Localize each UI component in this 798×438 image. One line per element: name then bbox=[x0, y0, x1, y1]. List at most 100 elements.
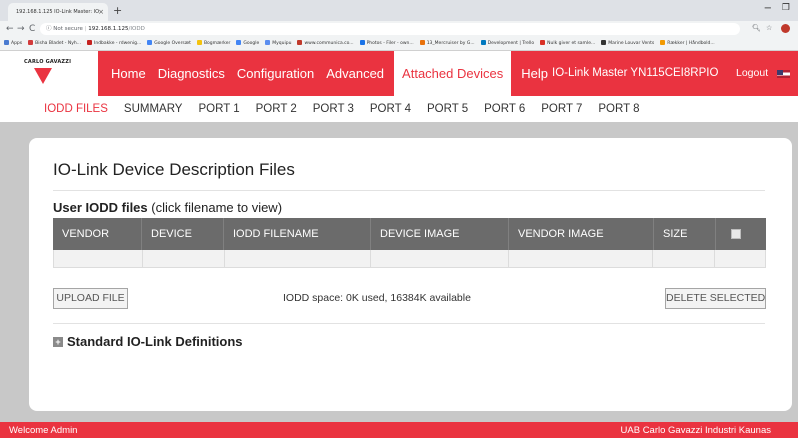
bookmark-item[interactable]: Nulk giver et samle... bbox=[540, 37, 595, 50]
bookmark-item[interactable]: Apps bbox=[4, 37, 22, 50]
bookmark-icon bbox=[660, 40, 666, 45]
bookmark-item[interactable]: www.communica.co... bbox=[297, 37, 354, 50]
expand-plus-icon[interactable]: + bbox=[53, 336, 63, 347]
sub-nav: IODD FILES SUMMARY PORT 1 PORT 2 PORT 3 PORT … bbox=[0, 96, 798, 122]
user-iodd-heading: User IODD files (click filename to view) bbox=[53, 200, 282, 215]
app-header: CARLO GAVAZZI Home Diagnostics Configurati… bbox=[0, 51, 798, 96]
browser-tab[interactable]: 192.168.1.125 IO-Link Master: IO × bbox=[8, 3, 108, 21]
bookmark-item[interactable]: Development | Trello bbox=[480, 37, 535, 50]
url-path: /IODD bbox=[128, 26, 145, 32]
bookmark-item[interactable]: Google Oversæt bbox=[147, 37, 191, 50]
tab-port-2[interactable]: PORT 2 bbox=[248, 103, 305, 115]
company-name: UAB Carlo Gavazzi Industri Kaunas bbox=[620, 425, 771, 436]
browser-tabstrip: 192.168.1.125 IO-Link Master: IO × + − ❐ bbox=[0, 0, 798, 21]
reload-icon[interactable]: C bbox=[29, 23, 35, 35]
tab-port-5[interactable]: PORT 5 bbox=[419, 103, 476, 115]
bookmark-item[interactable]: Google bbox=[236, 37, 259, 50]
bookmark-label: Development | Trello bbox=[487, 41, 535, 46]
upload-file-button[interactable]: UPLOAD FILE bbox=[53, 288, 128, 309]
bookmark-item[interactable]: Marine Louvar Vents bbox=[601, 37, 654, 50]
tab-port-6[interactable]: PORT 6 bbox=[476, 103, 533, 115]
browser-toolbar: ← → C ⓘ Not secure | 192.168.1.125/IODD … bbox=[0, 21, 798, 37]
new-tab-icon[interactable]: + bbox=[113, 4, 122, 17]
address-bar[interactable]: ⓘ Not secure | 192.168.1.125/IODD bbox=[40, 23, 740, 35]
bookmark-item[interactable]: Photos - Filer - own... bbox=[359, 37, 414, 50]
column-header-device[interactable]: DEVICE bbox=[142, 218, 224, 250]
bookmark-icon bbox=[540, 40, 546, 45]
profile-avatar[interactable] bbox=[781, 24, 790, 33]
bookmark-icon bbox=[147, 40, 153, 45]
nav-item-diagnostics[interactable]: Diagnostics bbox=[152, 51, 231, 96]
bookmark-item[interactable]: Myquipu bbox=[265, 37, 291, 50]
bookmark-label: Nulk giver et samle... bbox=[547, 41, 596, 46]
select-all-checkbox[interactable] bbox=[731, 229, 741, 240]
nav-item-configuration[interactable]: Configuration bbox=[231, 51, 320, 96]
table-cell bbox=[54, 250, 143, 267]
bookmark-item[interactable]: Rækker | Håndbold... bbox=[660, 37, 715, 50]
nav-item-advanced[interactable]: Advanced bbox=[320, 51, 390, 96]
welcome-text: Welcome Admin bbox=[9, 425, 78, 436]
tab-port-7[interactable]: PORT 7 bbox=[533, 103, 590, 115]
tab-iodd-files[interactable]: IODD FILES bbox=[36, 103, 116, 115]
minimize-icon[interactable]: − bbox=[764, 3, 772, 14]
bookmarks-bar: Apps Bisha Bladet - Nyh... Indbakke - rdwe… bbox=[0, 37, 798, 51]
nav-item-attached-devices[interactable]: Attached Devices bbox=[394, 51, 512, 96]
table-cell bbox=[509, 250, 654, 267]
url-host: 192.168.1.125 bbox=[88, 26, 129, 32]
column-header-vendor[interactable]: VENDOR bbox=[53, 218, 142, 250]
nav-item-home[interactable]: Home bbox=[98, 51, 152, 96]
browser-tab-title: 192.168.1.125 IO-Link Master: IO bbox=[16, 9, 100, 15]
tab-port-8[interactable]: PORT 8 bbox=[590, 103, 647, 115]
tab-summary[interactable]: SUMMARY bbox=[116, 103, 191, 115]
security-indicator[interactable]: ⓘ Not secure bbox=[46, 26, 83, 32]
tab-port-1[interactable]: PORT 1 bbox=[190, 103, 247, 115]
zoom-icon[interactable]: 🔍︎ bbox=[752, 24, 761, 32]
device-name: IO-Link Master YN115CEI8RPIO bbox=[552, 67, 719, 79]
tab-port-4[interactable]: PORT 4 bbox=[362, 103, 419, 115]
bookmark-item[interactable]: Bisha Bladet - Nyh... bbox=[28, 37, 81, 50]
iodd-table: VENDOR DEVICE IODD FILENAME DEVICE IMAGE VEN… bbox=[53, 218, 766, 268]
bookmark-label: Rækker | Håndbold... bbox=[667, 41, 715, 46]
main-nav: Home Diagnostics Configuration Advanced Atta… bbox=[98, 51, 554, 96]
table-cell bbox=[715, 250, 765, 267]
logo-text: CARLO GAVAZZI bbox=[24, 59, 72, 65]
logo-triangle-icon bbox=[34, 68, 52, 84]
column-header-device-image[interactable]: DEVICE IMAGE bbox=[371, 218, 509, 250]
bookmark-label: Bogmærker bbox=[203, 41, 231, 46]
bookmark-label: Apps bbox=[11, 41, 23, 46]
language-flag-icon[interactable] bbox=[777, 70, 790, 78]
user-iodd-hint: (click filename to view) bbox=[147, 200, 283, 215]
table-header: VENDOR DEVICE IODD FILENAME DEVICE IMAGE VEN… bbox=[53, 218, 766, 250]
close-tab-icon[interactable]: × bbox=[98, 3, 104, 21]
standard-definitions-toggle[interactable]: + Standard IO-Link Definitions bbox=[53, 334, 243, 349]
bookmark-label: Google bbox=[243, 41, 260, 46]
bookmark-label: Photos - Filer - own... bbox=[366, 41, 414, 46]
forward-icon[interactable]: → bbox=[17, 23, 25, 35]
bookmark-icon bbox=[359, 40, 365, 45]
logo[interactable]: CARLO GAVAZZI bbox=[0, 51, 98, 96]
maximize-icon[interactable]: ❐ bbox=[782, 3, 790, 13]
bookmark-item[interactable]: Indbakke - rdwenig... bbox=[87, 37, 141, 50]
column-header-select bbox=[716, 218, 766, 250]
delete-selected-button[interactable]: DELETE SELECTED bbox=[665, 288, 766, 309]
column-header-vendor-image[interactable]: VENDOR IMAGE bbox=[509, 218, 654, 250]
iodd-space-info: IODD space: 0K used, 16384K available bbox=[283, 292, 471, 304]
nav-item-help[interactable]: Help bbox=[515, 51, 554, 96]
bookmark-icon bbox=[419, 40, 425, 45]
tab-port-3[interactable]: PORT 3 bbox=[305, 103, 362, 115]
column-header-size[interactable]: SIZE bbox=[654, 218, 716, 250]
star-icon[interactable]: ☆ bbox=[766, 24, 772, 32]
bookmark-icon bbox=[601, 40, 607, 45]
bookmark-label: 13_Mercruiser by G... bbox=[426, 41, 475, 46]
bookmark-item[interactable]: Bogmærker bbox=[196, 37, 231, 50]
column-header-iodd-filename[interactable]: IODD FILENAME bbox=[224, 218, 371, 250]
divider bbox=[53, 323, 765, 324]
logout-link[interactable]: Logout bbox=[736, 51, 768, 96]
bookmark-label: Google Oversæt bbox=[154, 41, 191, 46]
back-icon[interactable]: ← bbox=[6, 23, 14, 35]
bookmark-icon bbox=[480, 40, 486, 45]
bookmark-icon bbox=[265, 40, 271, 45]
bookmark-item[interactable]: 13_Mercruiser by G... bbox=[419, 37, 475, 50]
footer: Welcome Admin UAB Carlo Gavazzi Industri… bbox=[0, 422, 798, 438]
bookmark-icon bbox=[4, 40, 9, 45]
